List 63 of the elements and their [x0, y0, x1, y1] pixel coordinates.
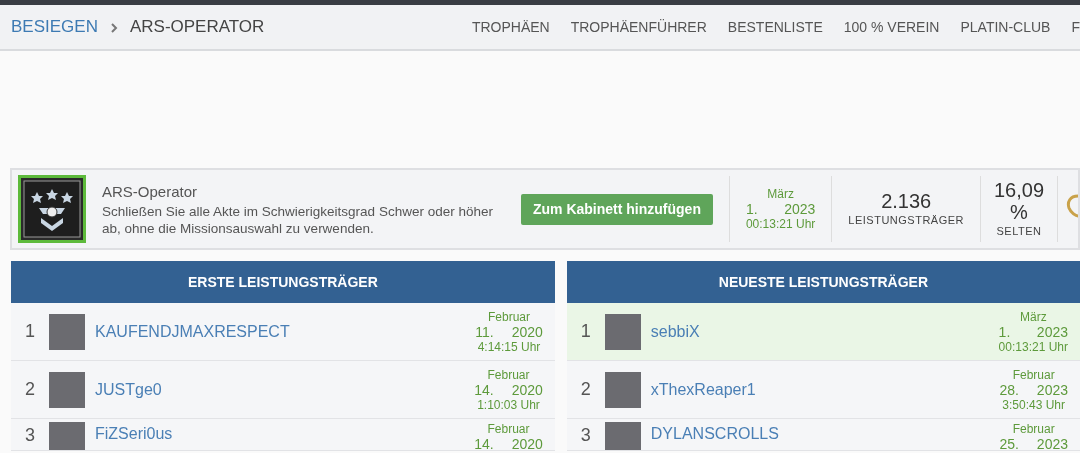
date-year: 2020: [511, 381, 543, 398]
date-time: 1:10:03 Uhr: [476, 397, 541, 412]
date-time: 3:50:43 Uhr: [1001, 397, 1067, 412]
date-time: 00:13:21 Uhr: [998, 339, 1068, 354]
date-day: 11.: [475, 323, 494, 340]
date-year: 2020: [511, 323, 543, 340]
date-year: 2023: [1035, 323, 1068, 340]
table-header: ERSTE LEISTUNGSTRÄGER: [11, 261, 555, 303]
username-link[interactable]: FiZSeri0us: [95, 422, 475, 446]
date-day: 14.: [474, 436, 494, 450]
nav-link[interactable]: TROPHÄEN: [471, 16, 550, 38]
rank-number: 3: [24, 424, 36, 447]
date-time: 00:13:21 Uhr: [745, 217, 816, 231]
avatar-placeholder: [49, 313, 85, 350]
achievers-label: LEISTUNGSTRÄGER: [848, 212, 964, 228]
rank-number: 2: [24, 378, 36, 401]
date-month: März: [1018, 309, 1048, 324]
avatar-placeholder: [604, 313, 641, 350]
date-time: 4:14:15 Uhr: [476, 339, 542, 354]
rarity-label: SELTEN: [995, 223, 1043, 239]
trophy-title: ARS-Operator: [102, 181, 199, 202]
username-link[interactable]: xThexReaper1: [650, 377, 1000, 402]
avatar-placeholder: [604, 422, 641, 450]
achiever-count: 2.136: [880, 189, 933, 212]
nav-link[interactable]: 100 % VEREIN: [843, 16, 940, 38]
nav-link[interactable]: TROPHÄENFÜHRER: [570, 16, 707, 38]
date-month: März: [766, 187, 795, 201]
trophy-description: Schließen Sie alle Akte im Schwierigkeitsgrad Schwer oder höher ab, ohne die Missionsauswahl zu verwenden.: [102, 203, 494, 238]
rarity-value: 16,09: [993, 178, 1046, 201]
table-header: NEUESTE LEISTUNGSTRÄGER: [566, 261, 1080, 303]
date-day: 25.: [999, 436, 1019, 450]
avatar-placeholder: [604, 371, 641, 408]
username-link[interactable]: KAUFENDJMAXRESPECT: [95, 319, 476, 344]
nav-link[interactable]: PLATIN-CLUB: [960, 16, 1051, 38]
date-day: 28.: [999, 381, 1019, 398]
rank-number: 1: [579, 320, 592, 343]
rank-number: 1: [24, 320, 36, 343]
username-link[interactable]: DYLANSCROLLS: [650, 422, 1000, 446]
date-year: 2020: [511, 436, 543, 450]
date-day: 1.: [745, 201, 762, 217]
trophy-badge-icon: [18, 175, 86, 243]
date-month: Februar: [1011, 422, 1056, 436]
date-month: Februar: [1011, 367, 1056, 382]
rank-number: 2: [579, 378, 592, 401]
nav-link[interactable]: F: [1071, 16, 1080, 38]
nav-link[interactable]: BESTENLISTE: [727, 16, 823, 38]
rarity-unit: %: [1009, 200, 1029, 223]
avatar-placeholder: [49, 422, 85, 450]
breadcrumb-link[interactable]: BESIEGEN: [11, 14, 98, 40]
username-link[interactable]: sebbiX: [650, 319, 999, 344]
date-month: Februar: [487, 309, 531, 324]
avatar-placeholder: [49, 371, 85, 408]
date-day: 14.: [474, 381, 494, 398]
date-month: Februar: [486, 367, 531, 382]
username-link[interactable]: JUSTge0: [95, 377, 475, 402]
rank-number: 3: [579, 424, 592, 447]
date-year: 2023: [783, 201, 816, 217]
add-to-cabinet-button[interactable]: Zum Kabinett hinzufügen: [520, 193, 713, 225]
date-month: Februar: [486, 422, 531, 436]
date-day: 1.: [998, 323, 1015, 340]
date-year: 2023: [1036, 436, 1068, 450]
breadcrumb-current: ARS-OPERATOR: [129, 16, 265, 39]
date-year: 2023: [1036, 381, 1068, 398]
